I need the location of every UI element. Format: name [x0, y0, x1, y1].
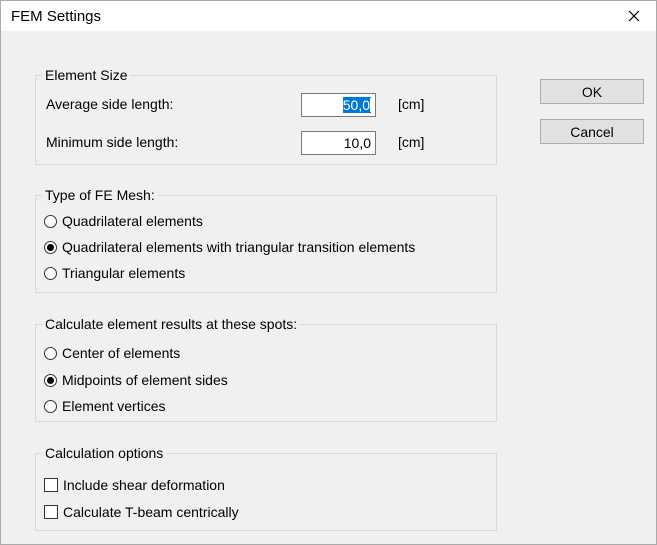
ok-button[interactable]: OK	[540, 79, 644, 104]
radio-button	[44, 214, 57, 228]
checkbox-calculate-t-beam-centrically[interactable]: Calculate T-beam centrically	[44, 502, 239, 522]
radio-quadrilateral[interactable]: Quadrilateral elements	[44, 211, 203, 231]
radio-label: Quadrilateral elements with triangular t…	[62, 239, 416, 255]
checkbox-include-shear-deformation[interactable]: Include shear deformation	[44, 475, 225, 495]
result-spots-group: Calculate element results at these spots…	[35, 316, 497, 422]
radio-button-selected	[44, 373, 57, 387]
radio-button	[44, 346, 57, 360]
dialog-title: FEM Settings	[11, 8, 102, 25]
result-spots-legend: Calculate element results at these spots…	[42, 316, 301, 332]
mesh-type-legend: Type of FE Mesh:	[42, 187, 158, 203]
average-side-length-field[interactable]: 50,0	[301, 93, 376, 117]
minimum-side-length-label: Minimum side length:	[46, 134, 179, 150]
radio-label: Midpoints of element sides	[62, 372, 228, 388]
checkbox	[44, 505, 58, 519]
calculation-options-group: Calculation options Include shear deform…	[35, 445, 497, 531]
radio-triangular[interactable]: Triangular elements	[44, 263, 185, 283]
minimum-side-length-value: 10,0	[343, 135, 371, 151]
checkbox-label: Include shear deformation	[63, 477, 225, 493]
average-side-length-unit: [cm]	[398, 96, 425, 112]
radio-button-selected	[44, 240, 57, 254]
minimum-side-length-unit: [cm]	[398, 134, 425, 150]
close-button[interactable]	[612, 1, 656, 31]
radio-label: Element vertices	[62, 398, 166, 414]
radio-quadrilateral-triangular-transition[interactable]: Quadrilateral elements with triangular t…	[44, 237, 415, 257]
checkbox-label: Calculate T-beam centrically	[63, 504, 239, 520]
close-icon	[628, 10, 640, 22]
radio-button	[44, 399, 57, 413]
cancel-button[interactable]: Cancel	[540, 119, 644, 144]
calculation-options-legend: Calculation options	[42, 445, 167, 461]
radio-element-vertices[interactable]: Element vertices	[44, 396, 165, 416]
radio-label: Center of elements	[62, 345, 181, 361]
radio-label: Quadrilateral elements	[62, 213, 203, 229]
element-size-legend: Element Size	[42, 67, 131, 83]
radio-midpoints-of-element-sides[interactable]: Midpoints of element sides	[44, 370, 228, 390]
radio-button	[44, 266, 57, 280]
fem-settings-dialog: FEM Settings Element Size Average side l…	[0, 0, 657, 545]
radio-label: Triangular elements	[62, 265, 186, 281]
average-side-length-label: Average side length:	[46, 96, 174, 112]
mesh-type-group: Type of FE Mesh: Quadrilateral elements …	[35, 187, 497, 293]
average-side-length-value: 50,0	[342, 97, 371, 113]
title-bar: FEM Settings	[1, 1, 656, 31]
minimum-side-length-field[interactable]: 10,0	[301, 131, 376, 155]
radio-center-of-elements[interactable]: Center of elements	[44, 343, 180, 363]
checkbox	[44, 478, 58, 492]
element-size-group: Element Size Average side length: 50,0 […	[35, 67, 497, 165]
